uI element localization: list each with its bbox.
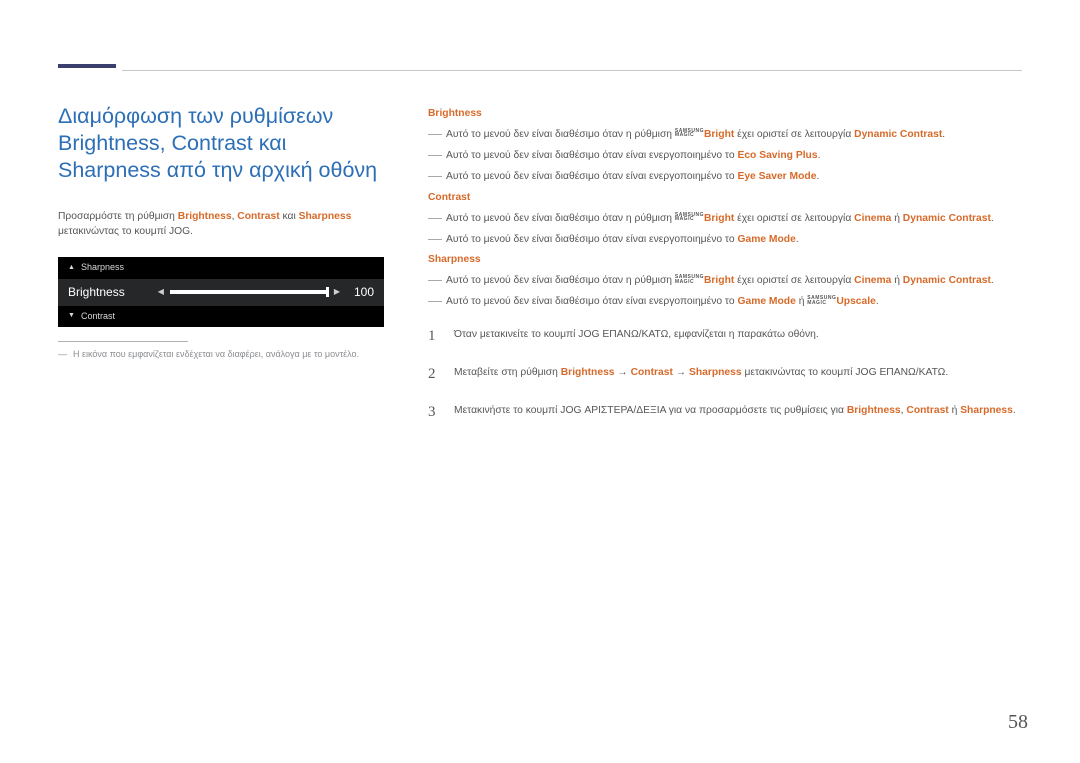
dash-icon: ― — [58, 348, 67, 361]
samsung-magic-icon: SAMSUNGMAGIC — [807, 296, 836, 305]
step-body: Μεταβείτε στη ρύθμιση Brightness → Contr… — [454, 364, 1022, 386]
step-body: Μετακινήστε το κουμπί JOG ΑΡΙΣΤΕΡΑ/ΔΕΞΙΑ… — [454, 402, 1022, 424]
samsung-magic-icon: SAMSUNGMAGIC — [675, 213, 704, 222]
note-item: ― Αυτό το μενού δεν είναι διαθέσιμο όταν… — [428, 128, 1022, 143]
dash-icon: ― — [428, 272, 438, 289]
hl-brightness: Brightness — [178, 211, 232, 222]
osd-down-label: Contrast — [81, 310, 115, 323]
step-number: 1 — [428, 326, 440, 348]
triangle-left-icon: ◀ — [158, 286, 164, 298]
dash-icon: ― — [428, 210, 438, 227]
slider-value: 100 — [354, 284, 374, 301]
dash-icon: ― — [428, 147, 438, 164]
note-text: Αυτό το μενού δεν είναι διαθέσιμο όταν η… — [446, 274, 994, 289]
note-item: ― Αυτό το μενού δεν είναι διαθέσιμο όταν… — [428, 170, 1022, 185]
samsung-magic-icon: SAMSUNGMAGIC — [675, 129, 704, 138]
header-accent-bar — [58, 64, 116, 68]
subhead-brightness: Brightness — [428, 107, 1022, 122]
note-item: ― Αυτό το μενού δεν είναι διαθέσιμο όταν… — [428, 149, 1022, 164]
osd-row-up: ▲ Sharpness — [58, 257, 384, 278]
step-2: 2 Μεταβείτε στη ρύθμιση Brightness → Con… — [428, 364, 1022, 386]
intro-paragraph: Προσαρμόστε τη ρύθμιση Brightness, Contr… — [58, 210, 388, 240]
osd-slider: ◀ ▶ 100 — [158, 284, 374, 301]
note-item: ― Αυτό το μενού δεν είναι διαθέσιμο όταν… — [428, 212, 1022, 227]
osd-preview: ▲ Sharpness Brightness ◀ ▶ 100 ▼ Contras… — [58, 257, 384, 326]
samsung-magic-icon: SAMSUNGMAGIC — [675, 275, 704, 284]
note-text: Αυτό το μενού δεν είναι διαθέσιμο όταν η… — [446, 212, 994, 227]
footnote: ― Η εικόνα που εμφανίζεται ενδέχεται να … — [58, 348, 388, 361]
page-content: Διαμόρφωση των ρυθμίσεων Brightness, Con… — [0, 0, 1080, 423]
left-column: Διαμόρφωση των ρυθμίσεων Brightness, Con… — [58, 103, 388, 423]
dash-icon: ― — [428, 168, 438, 185]
dash-icon: ― — [428, 231, 438, 248]
step-body: Όταν μετακινείτε το κουμπί JOG ΕΠΑΝΩ/ΚΑΤ… — [454, 326, 1022, 348]
step-number: 2 — [428, 364, 440, 386]
subhead-contrast: Contrast — [428, 191, 1022, 206]
triangle-right-icon: ▶ — [334, 286, 340, 298]
note-text: Αυτό το μενού δεν είναι διαθέσιμο όταν ε… — [446, 170, 819, 185]
page-title: Διαμόρφωση των ρυθμίσεων Brightness, Con… — [58, 103, 388, 184]
note-item: ― Αυτό το μενού δεν είναι διαθέσιμο όταν… — [428, 295, 1022, 310]
page-number: 58 — [1008, 708, 1028, 737]
hl-sharpness: Sharpness — [299, 211, 352, 222]
note-text: Αυτό το μενού δεν είναι διαθέσιμο όταν ε… — [446, 233, 799, 248]
dash-icon: ― — [428, 126, 438, 143]
chevron-down-icon: ▼ — [68, 311, 76, 321]
two-column-layout: Διαμόρφωση των ρυθμίσεων Brightness, Con… — [58, 103, 1022, 423]
subhead-sharpness: Sharpness — [428, 253, 1022, 268]
header-divider — [122, 70, 1022, 71]
step-1: 1 Όταν μετακινείτε το κουμπί JOG ΕΠΑΝΩ/Κ… — [428, 326, 1022, 348]
step-number: 3 — [428, 402, 440, 424]
note-item: ― Αυτό το μενού δεν είναι διαθέσιμο όταν… — [428, 274, 1022, 289]
dash-icon: ― — [428, 293, 438, 310]
sep: και — [280, 211, 299, 222]
osd-up-label: Sharpness — [81, 261, 124, 274]
note-item: ― Αυτό το μενού δεν είναι διαθέσιμο όταν… — [428, 233, 1022, 248]
osd-row-down: ▼ Contrast — [58, 306, 384, 327]
intro-text: Προσαρμόστε τη ρύθμιση — [58, 211, 178, 222]
note-text: Αυτό το μενού δεν είναι διαθέσιμο όταν η… — [446, 128, 945, 143]
footnote-divider — [58, 341, 188, 342]
step-3: 3 Μετακινήστε το κουμπί JOG ΑΡΙΣΤΕΡΑ/ΔΕΞ… — [428, 402, 1022, 424]
hl-contrast: Contrast — [237, 211, 279, 222]
osd-row-active: Brightness ◀ ▶ 100 — [58, 279, 384, 306]
note-text: Αυτό το μενού δεν είναι διαθέσιμο όταν ε… — [446, 295, 879, 310]
right-column: Brightness ― Αυτό το μενού δεν είναι δια… — [428, 103, 1022, 423]
intro-text: μετακινώντας το κουμπί JOG. — [58, 226, 193, 237]
note-text: Αυτό το μενού δεν είναι διαθέσιμο όταν ε… — [446, 149, 820, 164]
chevron-up-icon: ▲ — [68, 263, 76, 273]
slider-thumb — [326, 287, 329, 297]
osd-active-label: Brightness — [68, 284, 125, 301]
slider-track — [170, 290, 328, 294]
footnote-text: Η εικόνα που εμφανίζεται ενδέχεται να δι… — [73, 348, 359, 361]
